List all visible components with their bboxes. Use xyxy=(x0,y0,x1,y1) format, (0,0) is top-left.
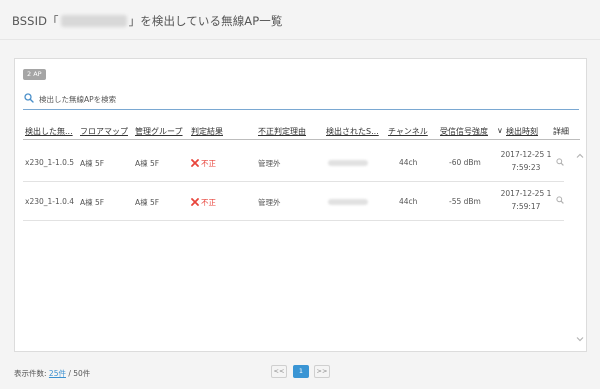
row-2-rssi: -55 dBm xyxy=(449,197,481,206)
row-1-date: 2017-12-25 1 xyxy=(500,150,552,159)
row-2-result: 不正 xyxy=(191,197,216,208)
row-divider xyxy=(23,220,564,221)
row-1-detail-search-icon[interactable] xyxy=(556,158,564,166)
column-header-channel[interactable]: チャンネル xyxy=(388,126,428,137)
row-2-group: A棟 5F xyxy=(135,198,160,207)
row-1-channel: 44ch xyxy=(399,158,418,167)
column-header-judgement-result[interactable]: 判定結果 xyxy=(191,126,223,137)
search-input[interactable] xyxy=(39,93,559,105)
column-header-detected-ssid[interactable]: 検出されたS... xyxy=(326,126,379,137)
scroll-down-chevron-icon[interactable] xyxy=(576,335,584,343)
row-1-time: 7:59:23 xyxy=(511,163,541,172)
row-1-reason: 管理外 xyxy=(258,159,281,168)
row-2-result-label: 不正 xyxy=(201,198,216,207)
ap-list-panel: 2 AP 検出した無... フロアマップ 管理グループ 判定結果 不正判定理由 … xyxy=(14,58,587,352)
search-bar xyxy=(23,90,579,110)
row-2-detected-time: 2017-12-25 1 7:59:17 xyxy=(491,187,561,213)
row-1-rssi: -60 dBm xyxy=(449,158,481,167)
column-header-rogue-reason[interactable]: 不正判定理由 xyxy=(258,126,306,137)
column-header-rssi[interactable]: 受信信号強度 xyxy=(440,126,488,137)
row-2-floor-map: A棟 5F xyxy=(80,198,105,207)
column-header-detail: 詳細 xyxy=(553,127,569,136)
total-items: 50件 xyxy=(73,369,91,378)
column-header-detected-ap[interactable]: 検出した無... xyxy=(25,126,73,137)
row-2-reason: 管理外 xyxy=(258,198,281,207)
rogue-x-icon xyxy=(191,159,199,167)
column-header-detected-time[interactable]: 検出時刻 xyxy=(506,126,538,137)
row-1-result-label: 不正 xyxy=(201,159,216,168)
items-per-page-info: 表示件数: 25件 / 50件 xyxy=(14,368,90,379)
row-2-redacted-ssid xyxy=(328,199,368,205)
row-1-floor-map: A棟 5F xyxy=(80,159,105,168)
redacted-bssid xyxy=(60,15,127,27)
row-1-group: A棟 5F xyxy=(135,159,160,168)
items-per-page-link[interactable]: 25件 xyxy=(49,369,66,378)
title-prefix: BSSID「 xyxy=(12,14,59,28)
row-1-result: 不正 xyxy=(191,158,216,169)
pager-page-1-button[interactable]: 1 xyxy=(293,365,309,378)
row-1-redacted-ssid xyxy=(328,160,368,166)
scroll-up-chevron-icon[interactable] xyxy=(576,152,584,160)
row-2-time: 7:59:17 xyxy=(511,202,541,211)
rogue-x-icon xyxy=(191,198,199,206)
row-divider xyxy=(23,181,564,182)
ap-count-badge: 2 AP xyxy=(23,69,46,80)
sort-indicator-icon: ∨ xyxy=(497,126,503,135)
column-header-floor-map[interactable]: フロアマップ xyxy=(80,126,128,137)
title-suffix: 」を検出している無線AP一覧 xyxy=(128,14,283,28)
page-header: BSSID「 」を検出している無線AP一覧 xyxy=(0,0,600,40)
row-1-detected-time: 2017-12-25 1 7:59:23 xyxy=(491,148,561,174)
column-header-management-group[interactable]: 管理グループ xyxy=(135,126,183,137)
search-icon xyxy=(24,93,34,103)
row-2-date: 2017-12-25 1 xyxy=(500,189,552,198)
row-2-channel: 44ch xyxy=(399,197,418,206)
page-title: BSSID「 」を検出している無線AP一覧 xyxy=(12,13,283,29)
items-per-page-label: 表示件数: xyxy=(14,369,49,378)
pager-next-button[interactable]: >> xyxy=(314,365,330,378)
pager-prev-button[interactable]: << xyxy=(271,365,287,378)
header-divider xyxy=(23,139,580,140)
row-1-ap-name: x230_1-1.0.5 xyxy=(25,158,75,167)
row-2-detail-search-icon[interactable] xyxy=(556,196,564,204)
row-2-ap-name: x230_1-1.0.4 xyxy=(25,197,75,206)
